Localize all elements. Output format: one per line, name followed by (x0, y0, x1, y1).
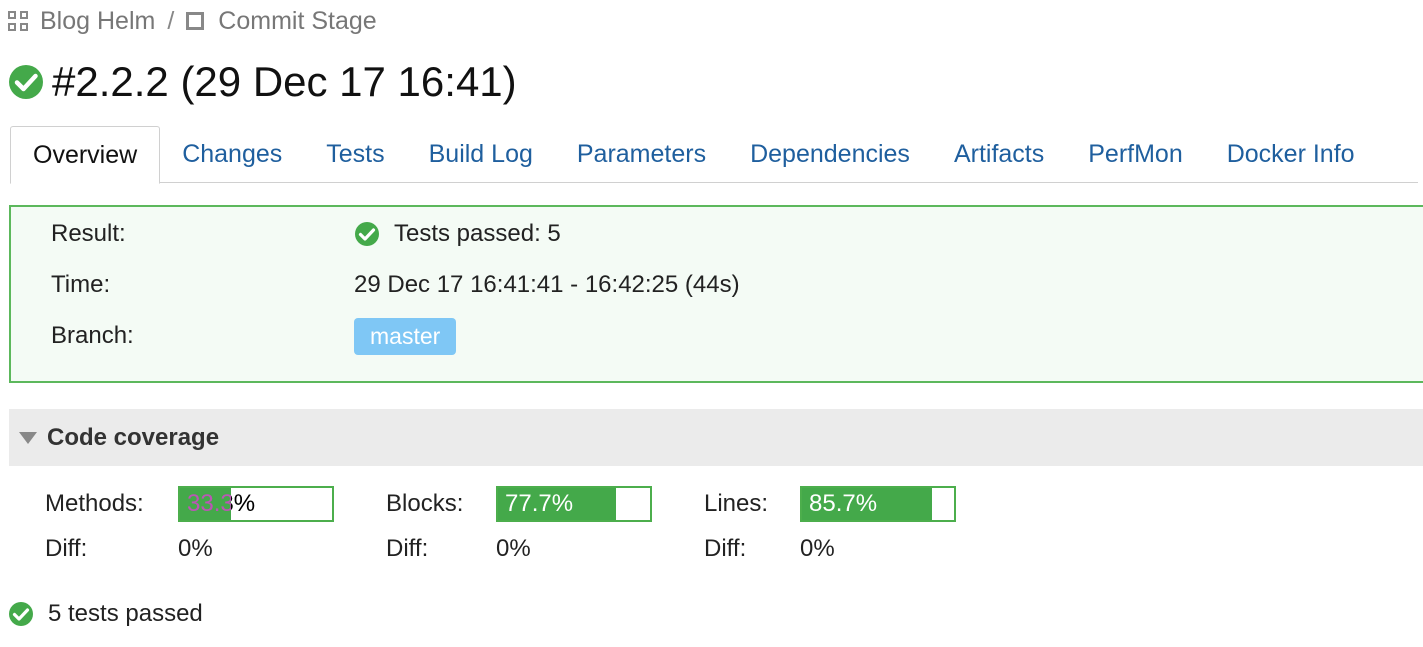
tab-bar: Overview Changes Tests Build Log Paramet… (10, 126, 1418, 184)
tab-changes[interactable]: Changes (160, 126, 304, 183)
tests-summary-link[interactable]: 5 tests passed (48, 600, 203, 628)
code-coverage-header[interactable]: Code coverage (9, 409, 1423, 466)
tab-tests[interactable]: Tests (304, 126, 406, 183)
methods-diff-value: 0% (178, 535, 213, 562)
breadcrumb: Blog Helm / Commit Stage (8, 6, 377, 36)
lines-label: Lines: (704, 490, 769, 517)
lines-diff-label: Diff: (704, 535, 747, 562)
check-circle-icon (9, 602, 33, 626)
breadcrumb-separator: / (167, 6, 175, 35)
result-label: Result: (51, 220, 126, 247)
branch-badge[interactable]: master (354, 317, 457, 355)
triangle-down-icon (19, 431, 37, 444)
breadcrumb-project-link[interactable]: Blog Helm (40, 7, 155, 36)
time-row: Time: 29 Dec 17 16:41:41 - 16:42:25 (44s… (51, 270, 740, 300)
tab-docker-info[interactable]: Docker Info (1205, 126, 1377, 183)
build-summary-panel: Result: Tests passed: 5 Time: 29 Dec 17 … (9, 205, 1423, 383)
blocks-coverage-value: 77.7% (505, 490, 574, 517)
methods-diff-label: Diff: (45, 535, 88, 562)
tab-parameters[interactable]: Parameters (555, 126, 728, 183)
lines-coverage-value: 85.7% (809, 490, 878, 517)
tests-summary-row: 5 tests passed (8, 598, 203, 630)
tab-perfmon[interactable]: PerfMon (1066, 126, 1204, 183)
build-title-row: #2.2.2 (29 Dec 17 16:41) (8, 56, 517, 108)
blocks-diff-label: Diff: (386, 535, 429, 562)
result-value-link[interactable]: Tests passed: 5 (394, 220, 561, 248)
methods-label: Methods: (45, 490, 144, 517)
blocks-coverage-bar: 77.7% (496, 486, 652, 522)
methods-coverage-bar: 33.3% (178, 486, 334, 522)
check-circle-icon (355, 222, 379, 246)
lines-coverage-bar: 85.7% (800, 486, 956, 522)
tab-dependencies[interactable]: Dependencies (728, 126, 932, 183)
methods-coverage-value: 33.3% (187, 490, 256, 517)
breadcrumb-build-config-link[interactable]: Commit Stage (218, 7, 376, 36)
branch-label: Branch: (51, 322, 134, 349)
blocks-diff-value: 0% (496, 535, 531, 562)
tab-overview[interactable]: Overview (10, 126, 161, 184)
check-circle-icon (9, 65, 43, 99)
tab-build-log[interactable]: Build Log (407, 126, 555, 183)
grid-icon (8, 11, 28, 31)
code-coverage-title: Code coverage (47, 423, 220, 451)
blocks-label: Blocks: (386, 490, 464, 517)
time-label: Time: (51, 271, 111, 298)
time-value: 29 Dec 17 16:41:41 - 16:42:25 (44s) (354, 271, 740, 298)
lines-diff-value: 0% (800, 535, 835, 562)
branch-row: Branch: master (51, 317, 457, 355)
result-row: Result: Tests passed: 5 (51, 219, 561, 249)
page-title: #2.2.2 (29 Dec 17 16:41) (52, 58, 517, 105)
square-icon (186, 12, 205, 30)
tab-artifacts[interactable]: Artifacts (932, 126, 1066, 183)
